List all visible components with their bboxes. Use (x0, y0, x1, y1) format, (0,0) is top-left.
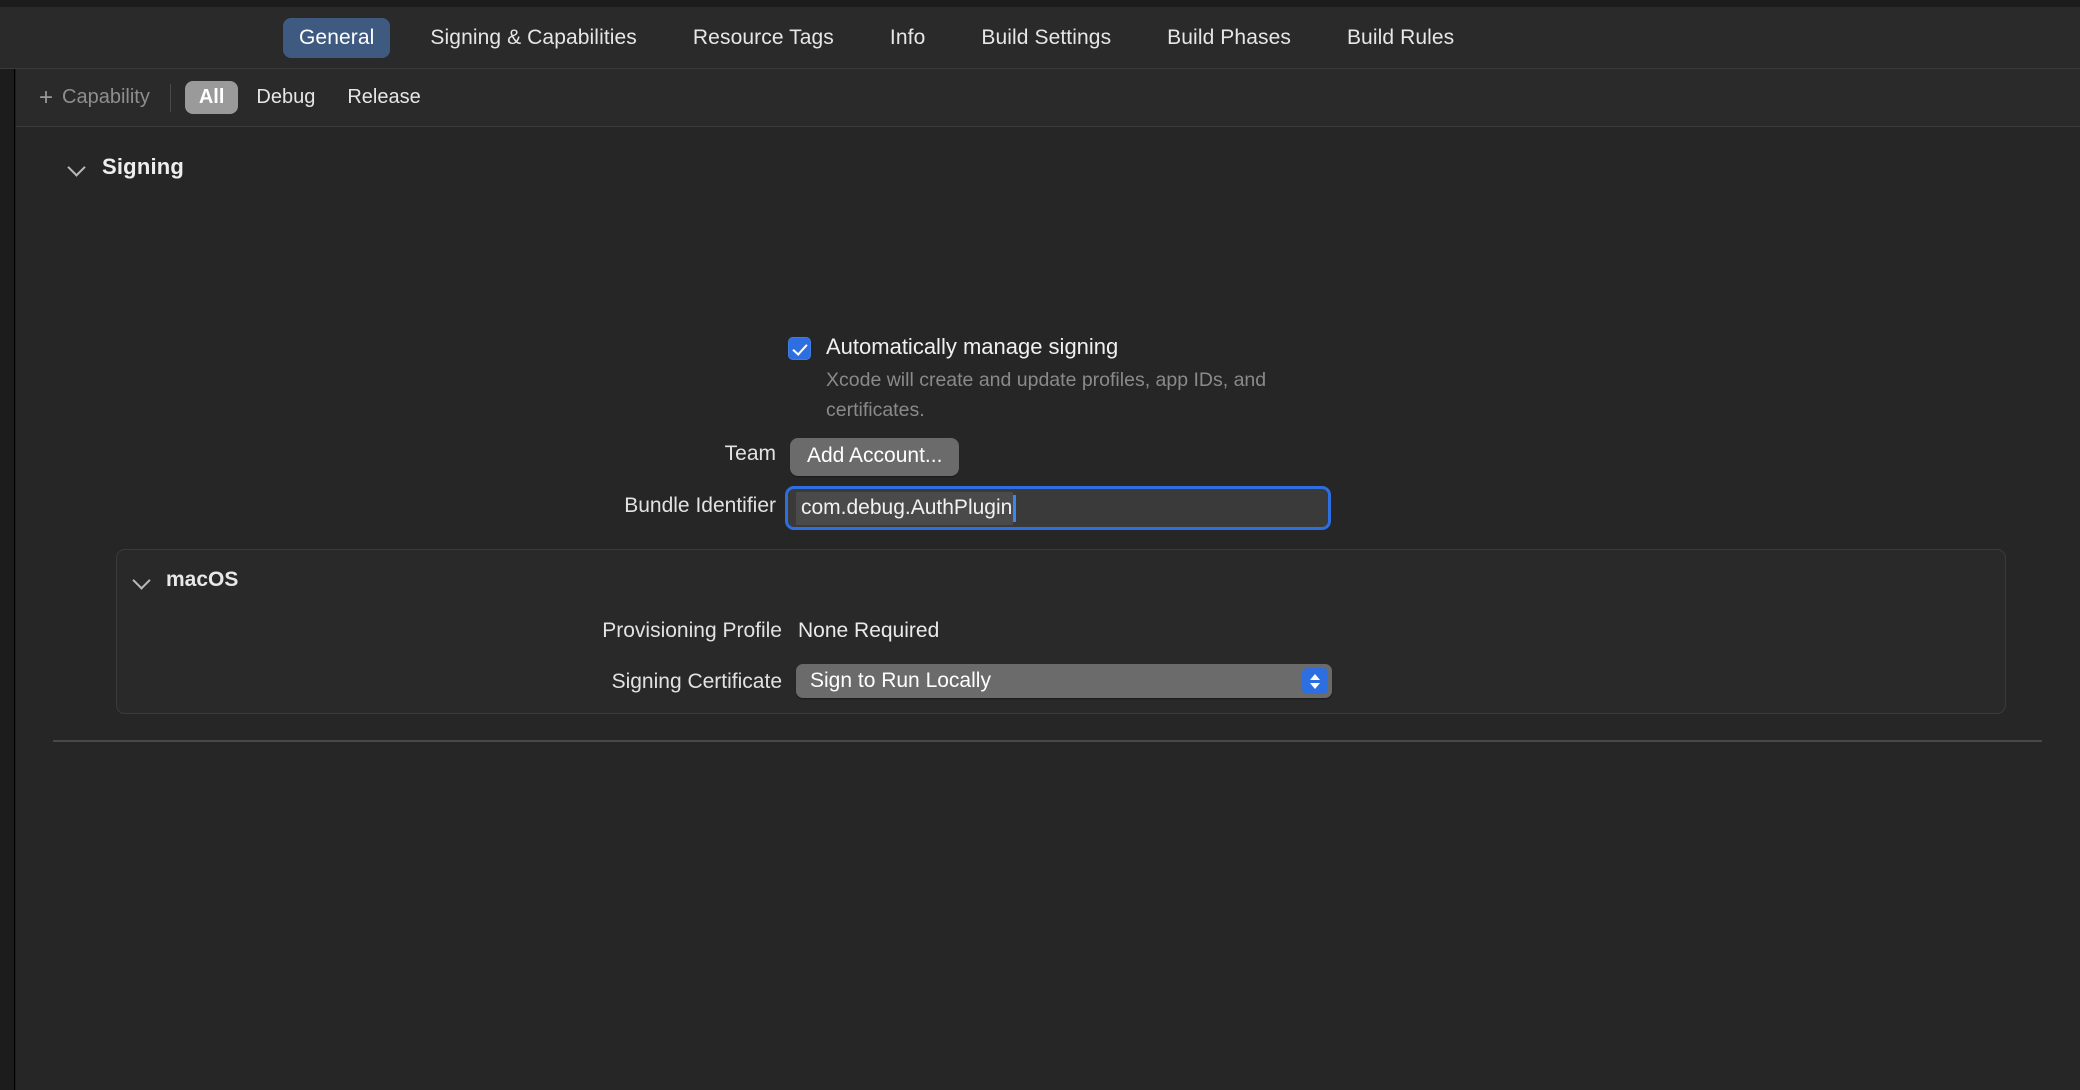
tab-list: General Signing & Capabilities Resource … (283, 17, 1470, 58)
chevron-down-icon[interactable] (133, 571, 151, 589)
filter-release[interactable]: Release (333, 81, 434, 114)
xcode-project-editor-window: General Signing & Capabilities Resource … (0, 0, 2080, 1090)
signing-certificate-popup-button[interactable]: Sign to Run Locally (796, 664, 1332, 698)
capability-filter-bar: + Capability All Debug Release (16, 69, 2080, 127)
add-capability-label: Capability (62, 86, 150, 108)
toolbar-divider (169, 83, 171, 112)
tab-build-settings[interactable]: Build Settings (965, 18, 1127, 58)
tab-build-rules[interactable]: Build Rules (1331, 18, 1470, 58)
automatically-manage-signing-checkbox[interactable] (788, 337, 811, 360)
navigator-left-rail (0, 69, 15, 1090)
chevron-down-icon[interactable] (68, 158, 86, 176)
team-label: Team (724, 442, 776, 465)
add-account-button[interactable]: Add Account... (790, 438, 960, 476)
signing-section-header[interactable]: Signing (68, 154, 184, 180)
window-top-edge (0, 0, 2080, 7)
signing-certificate-value: Sign to Run Locally (810, 669, 991, 692)
platform-title: macOS (166, 568, 239, 591)
up-down-chevron-icon[interactable] (1302, 668, 1328, 694)
chevron-up-glyph (1310, 673, 1320, 680)
filter-debug[interactable]: Debug (242, 81, 329, 114)
signing-content-pane: Signing Automatically manage signing Xco… (16, 127, 2080, 1090)
provisioning-profile-label: Provisioning Profile (602, 619, 782, 642)
filter-all[interactable]: All (184, 81, 239, 114)
tab-resource-tags[interactable]: Resource Tags (677, 18, 850, 58)
tab-info[interactable]: Info (874, 18, 941, 58)
text-caret (1013, 494, 1016, 522)
signing-section-title: Signing (102, 154, 185, 179)
automatically-manage-signing-description: Xcode will create and update profiles, a… (826, 369, 1267, 421)
automatically-manage-signing-label[interactable]: Automatically manage signing (826, 334, 1326, 360)
build-config-filters: All Debug Release (184, 81, 435, 114)
chevron-down-glyph (1310, 682, 1320, 689)
automatically-manage-signing-row: Automatically manage signing Xcode will … (788, 334, 1326, 425)
platform-section-macos: macOS Provisioning Profile None Required… (116, 549, 2006, 714)
plus-icon: + (39, 83, 54, 111)
platform-section-header[interactable]: macOS (133, 568, 238, 592)
add-capability-button[interactable]: + Capability (39, 83, 150, 111)
tab-general[interactable]: General (283, 17, 391, 58)
signing-certificate-label: Signing Certificate (611, 670, 782, 693)
tab-signing-capabilities[interactable]: Signing & Capabilities (414, 18, 653, 58)
bundle-identifier-label: Bundle Identifier (624, 494, 776, 517)
automatically-manage-signing-text: Automatically manage signing Xcode will … (826, 334, 1326, 425)
bundle-identifier-input[interactable]: com.debug.AuthPlugin (788, 489, 1328, 527)
bundle-identifier-inner: com.debug.AuthPlugin (788, 489, 1016, 527)
bundle-identifier-value: com.debug.AuthPlugin (796, 491, 1014, 525)
project-editor-tabbar: General Signing & Capabilities Resource … (0, 7, 2080, 69)
section-divider (53, 740, 2042, 742)
provisioning-profile-value: None Required (798, 619, 940, 642)
tab-build-phases[interactable]: Build Phases (1151, 18, 1307, 58)
